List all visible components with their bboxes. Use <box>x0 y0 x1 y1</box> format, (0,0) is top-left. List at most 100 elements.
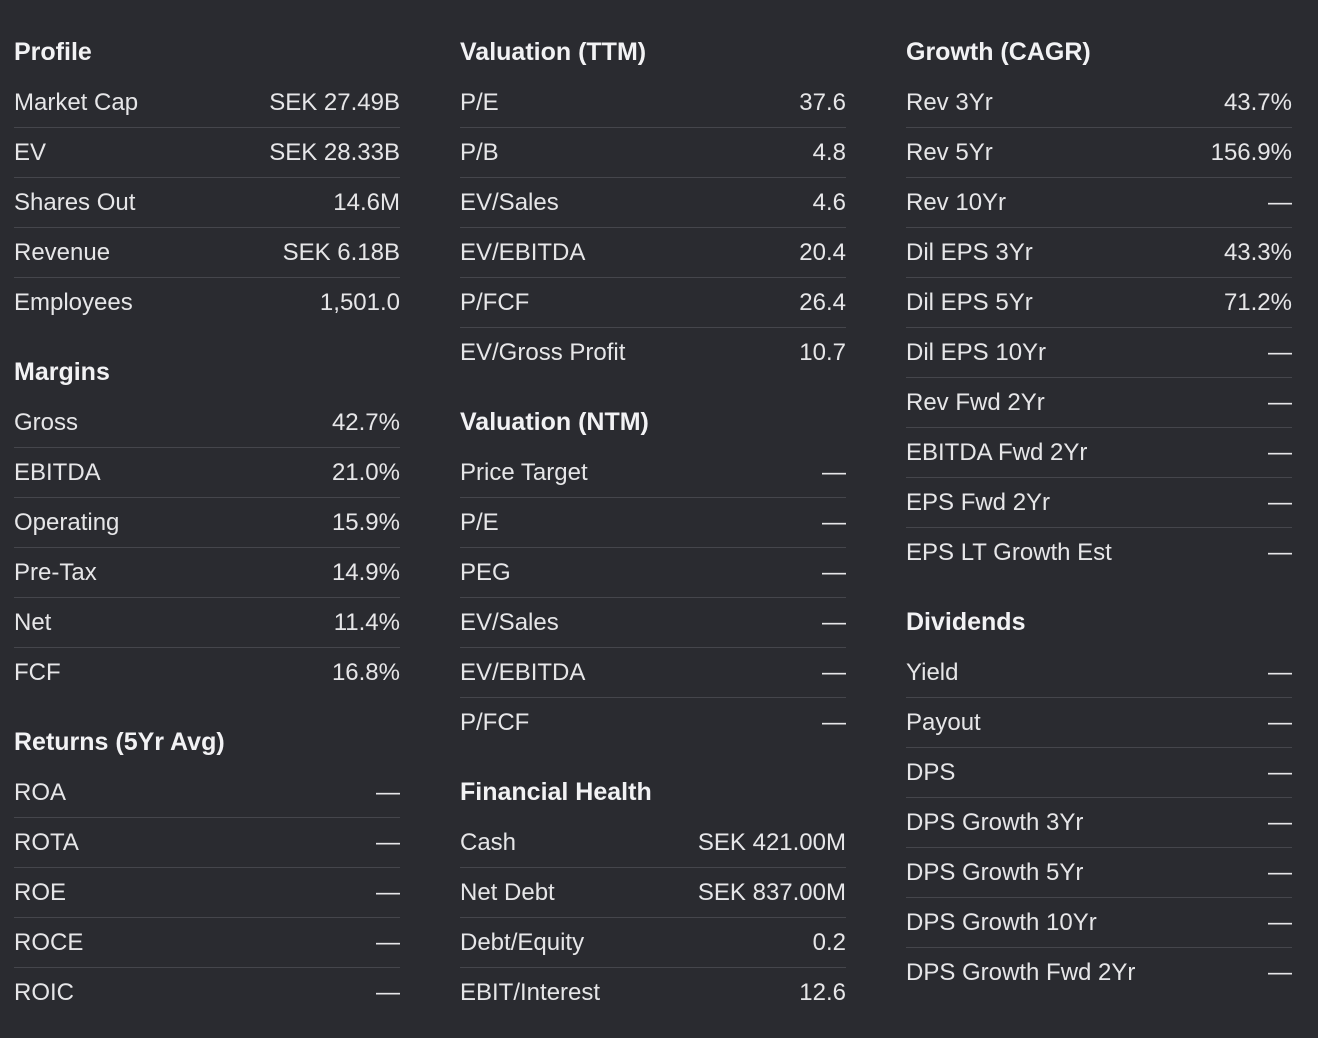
stat-row: DPS — <box>906 748 1292 798</box>
stat-row: EV SEK 28.33B <box>14 128 400 178</box>
stat-value: SEK 6.18B <box>282 238 400 266</box>
stat-row: P/E — <box>460 498 846 548</box>
stat-row: ROTA — <box>14 818 400 868</box>
stat-value: — <box>1268 338 1292 366</box>
stat-label: EV/Gross Profit <box>460 338 626 366</box>
stat-row: EV/Sales — <box>460 598 846 648</box>
section-title-margins: Margins <box>14 358 110 386</box>
stat-label: Net Debt <box>460 878 555 906</box>
stat-row: Gross 42.7% <box>14 398 400 448</box>
stat-label: EPS Fwd 2Yr <box>906 488 1051 516</box>
stat-label: ROTA <box>14 828 79 856</box>
stat-value: — <box>1268 658 1292 686</box>
stat-row: ROIC — <box>14 968 400 1017</box>
stat-label: P/FCF <box>460 708 530 736</box>
stat-label: DPS Growth 5Yr <box>906 858 1084 886</box>
stat-value: — <box>822 608 846 636</box>
section-title-growth: Growth (CAGR) <box>906 38 1091 66</box>
stat-row: ROE — <box>14 868 400 918</box>
stat-label: Rev 10Yr <box>906 188 1007 216</box>
stat-value: 26.4 <box>799 288 846 316</box>
stat-label: ROCE <box>14 928 84 956</box>
stat-label: EV <box>14 138 47 166</box>
section-title-valuation-ntm: Valuation (NTM) <box>460 408 649 436</box>
section-title-valuation-ttm: Valuation (TTM) <box>460 38 647 66</box>
stat-value: 10.7 <box>799 338 846 366</box>
stat-row: Pre-Tax 14.9% <box>14 548 400 598</box>
stat-value: 0.2 <box>812 928 846 956</box>
stat-row: P/FCF — <box>460 698 846 747</box>
stat-label: ROIC <box>14 978 74 1006</box>
stat-value: 37.6 <box>799 88 846 116</box>
section-title-profile: Profile <box>14 38 92 66</box>
stat-row: Operating 15.9% <box>14 498 400 548</box>
stat-row: DPS Growth 10Yr — <box>906 898 1292 948</box>
stat-row: Net Debt SEK 837.00M <box>460 868 846 918</box>
stat-value: 4.6 <box>812 188 846 216</box>
stat-value: 4.8 <box>812 138 846 166</box>
section-financial-health: Financial Health Cash SEK 421.00M Net Deb… <box>460 766 846 1017</box>
section-title-dividends: Dividends <box>906 608 1026 636</box>
stat-label: EBITDA Fwd 2Yr <box>906 438 1088 466</box>
stat-label: Employees <box>14 288 133 316</box>
stat-label: EV/Sales <box>460 608 559 636</box>
section-dividends: Dividends Yield — Payout — DPS — DPS Growth… <box>906 596 1292 997</box>
stat-value: 43.7% <box>1223 88 1292 116</box>
stat-row: EV/Sales 4.6 <box>460 178 846 228</box>
stat-value: — <box>376 828 400 856</box>
stat-value: — <box>822 508 846 536</box>
stat-row: DPS Growth 3Yr — <box>906 798 1292 848</box>
stat-label: Pre-Tax <box>14 558 97 586</box>
stat-value: 15.9% <box>331 508 400 536</box>
stat-value: — <box>1268 958 1292 986</box>
stat-label: FCF <box>14 658 61 686</box>
stat-label: EV/EBITDA <box>460 658 586 686</box>
section-profile: Profile Market Cap SEK 27.49B EV SEK 28.33… <box>14 26 400 327</box>
stat-value: 12.6 <box>799 978 846 1006</box>
stat-value: 14.6M <box>333 188 400 216</box>
stat-row: EV/Gross Profit 10.7 <box>460 328 846 377</box>
stat-label: Debt/Equity <box>460 928 585 956</box>
stat-label: ROE <box>14 878 67 906</box>
stat-value: — <box>376 928 400 956</box>
stat-label: DPS <box>906 758 956 786</box>
stat-label: Yield <box>906 658 959 686</box>
stat-row: Rev 10Yr — <box>906 178 1292 228</box>
stat-row: EPS Fwd 2Yr — <box>906 478 1292 528</box>
section-valuation-ttm: Valuation (TTM) P/E 37.6 P/B 4.8 EV/Sales 4… <box>460 26 846 377</box>
stat-label: P/FCF <box>460 288 530 316</box>
stat-value: — <box>822 458 846 486</box>
stat-row: EV/EBITDA 20.4 <box>460 228 846 278</box>
stat-label: EV/Sales <box>460 188 559 216</box>
stat-label: PEG <box>460 558 511 586</box>
stat-value: 42.7% <box>331 408 400 436</box>
stat-value: — <box>1268 758 1292 786</box>
stat-label: Gross <box>14 408 79 436</box>
column-right: Growth (CAGR) Rev 3Yr 43.7% Rev 5Yr 156.9%… <box>906 26 1292 1036</box>
stat-value: — <box>1268 438 1292 466</box>
stat-value: SEK 28.33B <box>269 138 400 166</box>
stat-row: Yield — <box>906 648 1292 698</box>
stat-label: Net <box>14 608 52 636</box>
stat-value: SEK 837.00M <box>697 878 846 906</box>
stat-label: Cash <box>460 828 517 856</box>
stat-label: EPS LT Growth Est <box>906 538 1112 566</box>
stat-row: EPS LT Growth Est — <box>906 528 1292 577</box>
stat-row: P/FCF 26.4 <box>460 278 846 328</box>
stat-value: — <box>1268 858 1292 886</box>
stat-label: Rev 5Yr <box>906 138 993 166</box>
stat-label: Payout <box>906 708 981 736</box>
stat-value: SEK 27.49B <box>269 88 400 116</box>
stat-row: DPS Growth 5Yr — <box>906 848 1292 898</box>
stat-value: — <box>376 978 400 1006</box>
stat-row: DPS Growth Fwd 2Yr — <box>906 948 1292 997</box>
stat-label: P/B <box>460 138 499 166</box>
stat-value: — <box>1268 388 1292 416</box>
column-middle: Valuation (TTM) P/E 37.6 P/B 4.8 EV/Sales 4… <box>460 26 846 1036</box>
stat-label: DPS Growth 10Yr <box>906 908 1097 936</box>
stat-label: Operating <box>14 508 120 536</box>
stat-value: 1,501.0 <box>319 288 400 316</box>
stat-row: EBITDA 21.0% <box>14 448 400 498</box>
stat-value: — <box>1268 708 1292 736</box>
stat-label: Dil EPS 5Yr <box>906 288 1033 316</box>
